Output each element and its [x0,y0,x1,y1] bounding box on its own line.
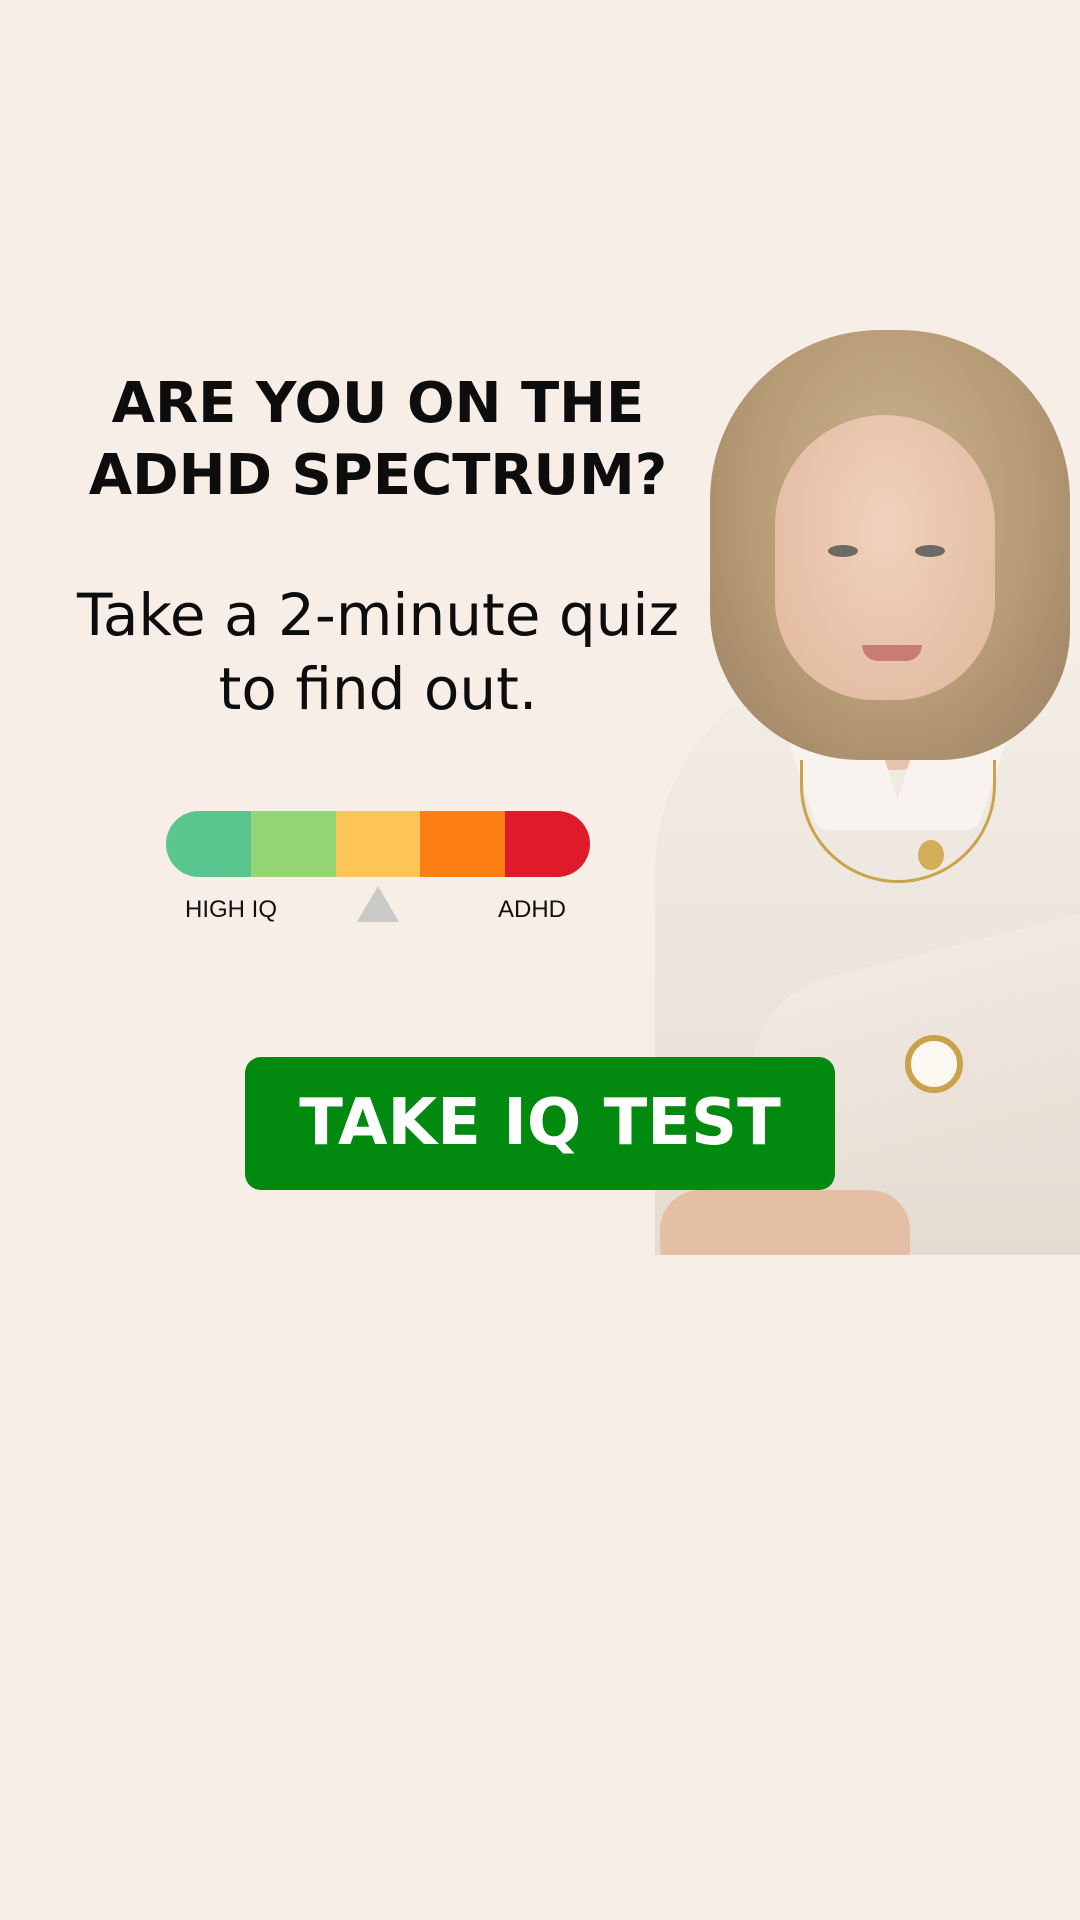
headline-line-1: ARE YOU ON THE [111,371,645,436]
take-iq-test-button[interactable]: TAKE IQ TEST [245,1057,835,1190]
spectrum-pointer-icon [357,886,399,922]
spectrum-bar [166,811,590,877]
scale-label-adhd: ADHD [498,896,567,923]
subheadline-line-1: Take a 2-minute quiz [77,581,679,649]
headline: ARE YOU ON THE ADHD SPECTRUM? [40,368,716,512]
spectrum-segment-1 [166,811,251,877]
headline-line-2: ADHD SPECTRUM? [88,443,668,508]
spectrum-segment-2 [250,811,336,877]
subheadline-line-2: to find out. [218,655,538,723]
spectrum-segment-4 [420,811,506,877]
ad-card: ARE YOU ON THE ADHD SPECTRUM? Take a 2-m… [0,0,1080,1920]
subheadline: Take a 2-minute quiz to find out. [40,578,716,726]
scale-label-high-iq: HIGH IQ [185,896,278,923]
spectrum-segment-3 [335,811,421,877]
spectrum-segment-5 [505,811,590,877]
